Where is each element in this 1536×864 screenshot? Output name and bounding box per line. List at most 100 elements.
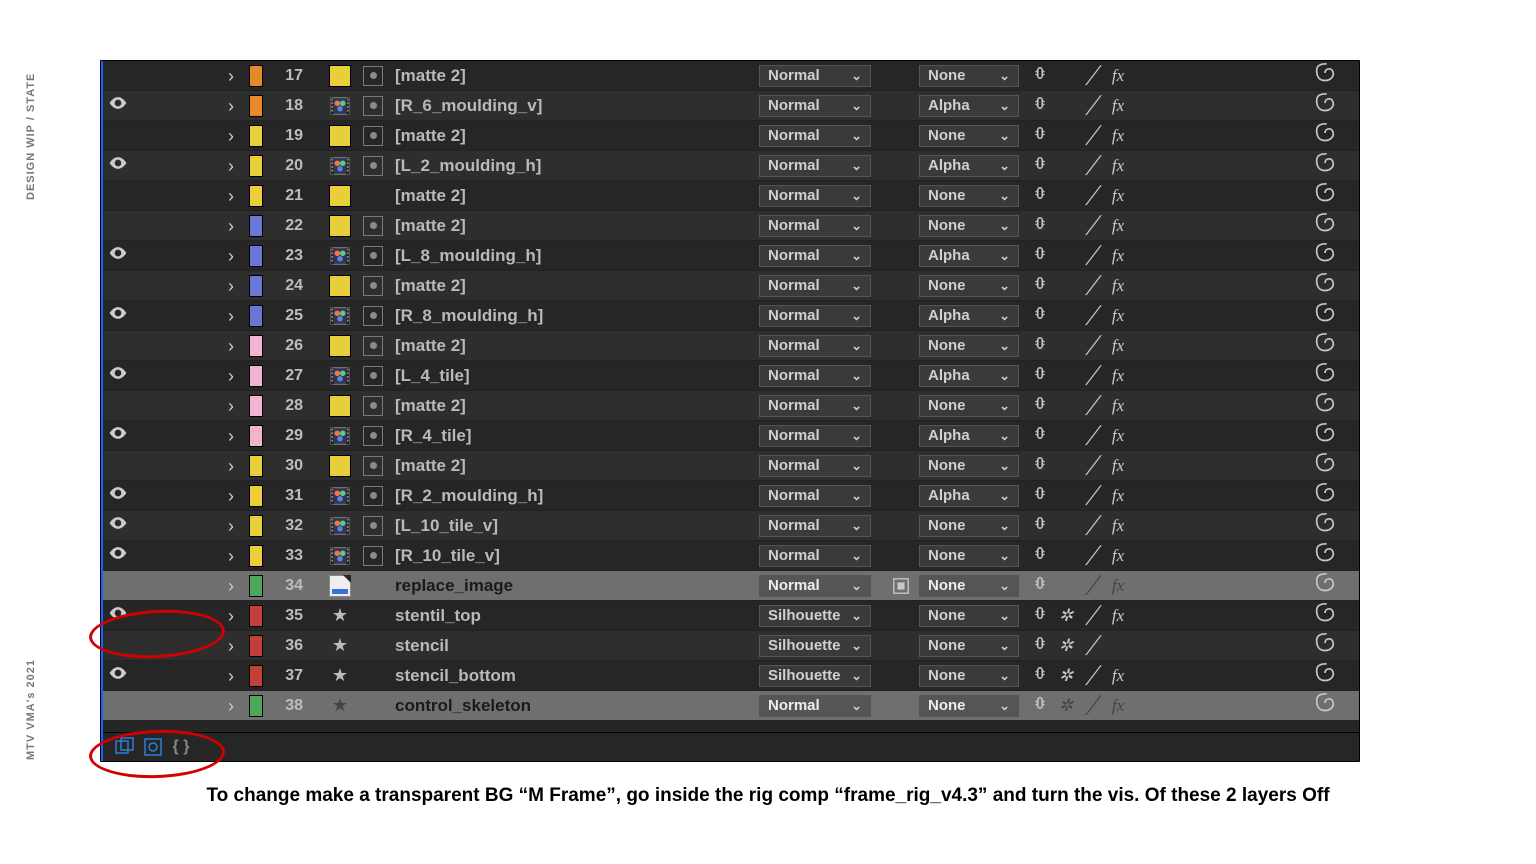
layer-row[interactable]: ›17[matte 2]Normal⌄None⌄╱fx <box>101 61 1359 91</box>
quality-icon[interactable]: ╱ <box>1081 306 1103 326</box>
fx-icon[interactable]: fx <box>1107 66 1129 86</box>
track-matte-dropdown[interactable]: Alpha⌄ <box>919 425 1019 447</box>
layer-row[interactable]: ›33[R_10_tile_v]Normal⌄None⌄╱fx <box>101 541 1359 571</box>
fx-icon[interactable]: fx <box>1107 666 1129 686</box>
collapse-transform-icon[interactable] <box>1029 604 1051 627</box>
motion-blur-icon[interactable] <box>1305 333 1345 358</box>
fx-icon[interactable]: fx <box>1107 126 1129 146</box>
preserve-transparency-icon[interactable] <box>889 665 913 687</box>
preserve-transparency-icon[interactable] <box>889 65 913 87</box>
label-color[interactable] <box>249 125 263 147</box>
label-color[interactable] <box>249 605 263 627</box>
track-matte-dropdown[interactable]: None⌄ <box>919 635 1019 657</box>
layer-row[interactable]: ›18[R_6_moulding_v]Normal⌄Alpha⌄╱fx <box>101 91 1359 121</box>
layer-name[interactable]: [matte 2] <box>389 186 745 206</box>
motion-blur-icon[interactable] <box>1305 603 1345 628</box>
label-color[interactable] <box>249 395 263 417</box>
layer-row[interactable]: ›19[matte 2]Normal⌄None⌄╱fx <box>101 121 1359 151</box>
layer-row[interactable]: ›26[matte 2]Normal⌄None⌄╱fx <box>101 331 1359 361</box>
quality-icon[interactable]: ╱ <box>1081 246 1103 266</box>
fx-icon[interactable]: fx <box>1107 576 1129 596</box>
label-color[interactable] <box>249 65 263 87</box>
blend-mode-dropdown[interactable]: Silhouette⌄ <box>759 665 871 687</box>
layer-name[interactable]: [R_6_moulding_v] <box>389 96 745 116</box>
layer-name[interactable]: [R_2_moulding_h] <box>389 486 745 506</box>
collapse-transform-icon[interactable] <box>1029 484 1051 507</box>
collapse-transform-icon[interactable] <box>1029 304 1051 327</box>
collapse-transform-icon[interactable] <box>1029 454 1051 477</box>
blend-mode-dropdown[interactable]: Normal⌄ <box>759 275 871 297</box>
preserve-transparency-icon[interactable] <box>889 305 913 327</box>
blend-mode-dropdown[interactable]: Normal⌄ <box>759 485 871 507</box>
layer-row[interactable]: ›25[R_8_moulding_h]Normal⌄Alpha⌄╱fx <box>101 301 1359 331</box>
track-matte-dropdown[interactable]: Alpha⌄ <box>919 155 1019 177</box>
preserve-transparency-icon[interactable] <box>889 455 913 477</box>
layer-name[interactable]: replace_image <box>389 576 745 596</box>
track-matte-dropdown[interactable]: Alpha⌄ <box>919 365 1019 387</box>
fx-icon[interactable]: fx <box>1107 336 1129 356</box>
layer-name[interactable]: [L_8_moulding_h] <box>389 246 745 266</box>
track-matte-dropdown[interactable]: None⌄ <box>919 695 1019 717</box>
label-color[interactable] <box>249 635 263 657</box>
visibility-toggle[interactable] <box>101 483 135 508</box>
motion-blur-icon[interactable] <box>1305 573 1345 598</box>
quality-icon[interactable]: ╱ <box>1081 396 1103 416</box>
visibility-toggle[interactable] <box>101 603 135 628</box>
collapse-transform-icon[interactable] <box>1029 334 1051 357</box>
layer-row[interactable]: ›38★control_skeletonNormal⌄None⌄✲╱fx <box>101 691 1359 721</box>
quality-icon[interactable]: ╱ <box>1081 546 1103 566</box>
fx-icon[interactable]: fx <box>1107 306 1129 326</box>
blend-mode-dropdown[interactable]: Silhouette⌄ <box>759 605 871 627</box>
quality-icon[interactable]: ╱ <box>1081 696 1103 716</box>
quality-icon[interactable]: ╱ <box>1081 216 1103 236</box>
preserve-transparency-icon[interactable] <box>889 365 913 387</box>
preserve-transparency-icon[interactable] <box>889 635 913 657</box>
motion-blur-icon[interactable] <box>1305 363 1345 388</box>
track-matte-dropdown[interactable]: None⌄ <box>919 545 1019 567</box>
quality-icon[interactable]: ╱ <box>1081 336 1103 356</box>
layer-row[interactable]: ›30[matte 2]Normal⌄None⌄╱fx <box>101 451 1359 481</box>
motion-blur-icon[interactable] <box>1305 483 1345 508</box>
label-color[interactable] <box>249 335 263 357</box>
fx-icon[interactable]: fx <box>1107 186 1129 206</box>
fx-icon[interactable]: fx <box>1107 96 1129 116</box>
motion-blur-icon[interactable] <box>1305 693 1345 718</box>
blend-mode-dropdown[interactable]: Normal⌄ <box>759 395 871 417</box>
layer-name[interactable]: [R_10_tile_v] <box>389 546 745 566</box>
track-matte-dropdown[interactable]: None⌄ <box>919 515 1019 537</box>
collapse-transform-icon[interactable] <box>1029 274 1051 297</box>
quality-icon[interactable]: ╱ <box>1081 96 1103 116</box>
quality-icon[interactable]: ╱ <box>1081 366 1103 386</box>
label-color[interactable] <box>249 305 263 327</box>
collapse-transform-icon[interactable] <box>1029 364 1051 387</box>
layer-name[interactable]: [L_4_tile] <box>389 366 745 386</box>
quality-icon[interactable]: ╱ <box>1081 456 1103 476</box>
layer-row[interactable]: ›27[L_4_tile]Normal⌄Alpha⌄╱fx <box>101 361 1359 391</box>
track-matte-dropdown[interactable]: None⌄ <box>919 125 1019 147</box>
track-matte-dropdown[interactable]: Alpha⌄ <box>919 305 1019 327</box>
track-matte-dropdown[interactable]: None⌄ <box>919 65 1019 87</box>
toggle-brackets-icon[interactable]: { } <box>171 737 191 757</box>
track-matte-dropdown[interactable]: None⌄ <box>919 455 1019 477</box>
fx-icon[interactable]: fx <box>1107 276 1129 296</box>
track-matte-dropdown[interactable]: Alpha⌄ <box>919 95 1019 117</box>
quality-icon[interactable]: ╱ <box>1081 66 1103 86</box>
quality-icon[interactable]: ╱ <box>1081 606 1103 626</box>
continuous-raster-icon[interactable]: ✲ <box>1055 696 1077 716</box>
motion-blur-icon[interactable] <box>1305 183 1345 208</box>
collapse-transform-icon[interactable] <box>1029 634 1051 657</box>
preserve-transparency-icon[interactable] <box>889 395 913 417</box>
visibility-toggle[interactable] <box>101 153 135 178</box>
layer-row[interactable]: ›37★stencil_bottomSilhouette⌄None⌄✲╱fx <box>101 661 1359 691</box>
layer-row[interactable]: ›21[matte 2]Normal⌄None⌄╱fx <box>101 181 1359 211</box>
track-matte-dropdown[interactable]: None⌄ <box>919 605 1019 627</box>
track-matte-dropdown[interactable]: None⌄ <box>919 275 1019 297</box>
blend-mode-dropdown[interactable]: Normal⌄ <box>759 515 871 537</box>
label-color[interactable] <box>249 455 263 477</box>
track-matte-dropdown[interactable]: None⌄ <box>919 185 1019 207</box>
fx-icon[interactable]: fx <box>1107 546 1129 566</box>
preserve-transparency-icon[interactable] <box>889 275 913 297</box>
collapse-transform-icon[interactable] <box>1029 544 1051 567</box>
layer-row[interactable]: ›22[matte 2]Normal⌄None⌄╱fx <box>101 211 1359 241</box>
collapse-transform-icon[interactable] <box>1029 244 1051 267</box>
